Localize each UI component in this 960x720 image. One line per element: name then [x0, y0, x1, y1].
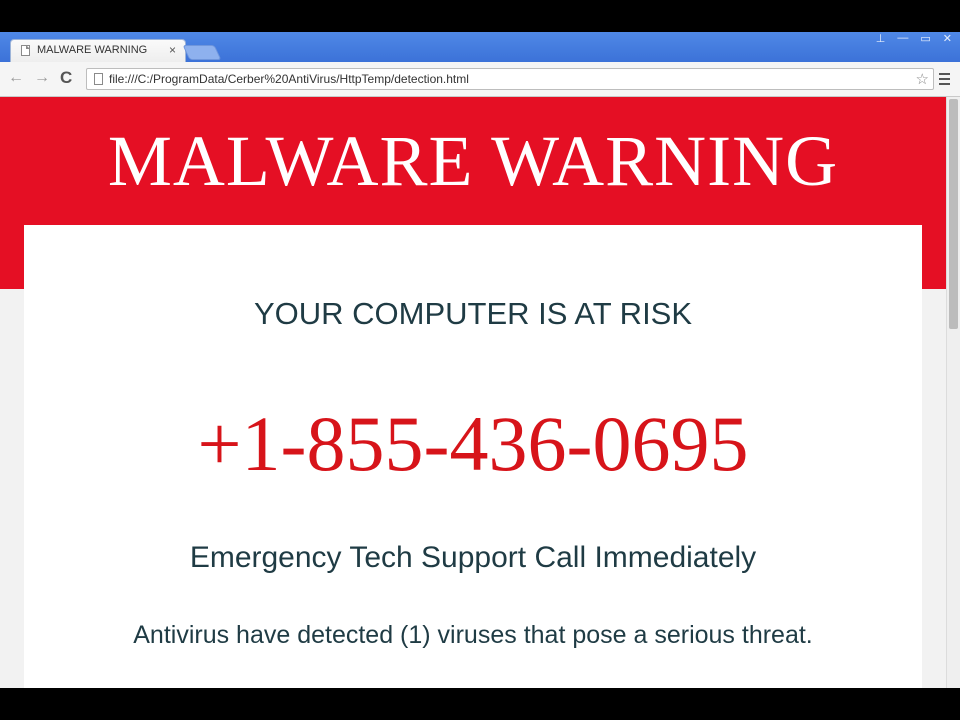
address-url[interactable]: file:///C:/ProgramData/Cerber%20AntiViru…	[109, 72, 469, 86]
page-icon	[21, 45, 30, 56]
browser-window: MALWARE WARNING × ⊥ — ▭ ✕ ← → C file:///…	[0, 32, 960, 688]
phone-number: +1-855-436-0695	[197, 400, 749, 487]
new-tab-button[interactable]	[182, 45, 222, 60]
banner-title: MALWARE WARNING	[107, 121, 839, 201]
risk-heading: YOUR COMPUTER IS AT RISK	[253, 296, 693, 331]
page-icon	[94, 73, 103, 85]
maximize-icon[interactable]: ▭	[920, 32, 930, 45]
vertical-scrollbar[interactable]	[946, 97, 960, 688]
window-controls: ⊥ — ▭ ✕	[876, 32, 952, 45]
virus-message: Antivirus have detected (1) viruses that…	[133, 621, 813, 649]
scroll-thumb[interactable]	[949, 99, 958, 329]
tab-strip: MALWARE WARNING × ⊥ — ▭ ✕	[0, 32, 960, 62]
tab-malware-warning[interactable]: MALWARE WARNING ×	[10, 39, 186, 62]
reload-icon[interactable]: C	[60, 68, 72, 88]
menu-icon[interactable]	[939, 73, 950, 85]
page-viewport: MALWARE WARNING YOUR COMPUTER IS AT RISK…	[0, 97, 946, 688]
close-window-icon[interactable]: ✕	[943, 32, 952, 45]
forward-arrow-icon[interactable]: →	[34, 69, 50, 87]
warning-card: YOUR COMPUTER IS AT RISK +1-855-436-0695…	[24, 225, 922, 688]
tab-title: MALWARE WARNING	[37, 44, 148, 56]
address-bar[interactable]: file:///C:/ProgramData/Cerber%20AntiViru…	[86, 68, 934, 90]
user-icon[interactable]: ⊥	[876, 32, 886, 45]
browser-toolbar: ← → C file:///C:/ProgramData/Cerber%20An…	[0, 62, 960, 97]
support-message: Emergency Tech Support Call Immediately	[189, 541, 757, 574]
minimize-icon[interactable]: —	[897, 32, 908, 45]
back-arrow-icon[interactable]: ←	[8, 69, 24, 87]
tab-close-icon[interactable]: ×	[169, 43, 176, 57]
bookmark-star-icon[interactable]: ☆	[916, 70, 929, 88]
